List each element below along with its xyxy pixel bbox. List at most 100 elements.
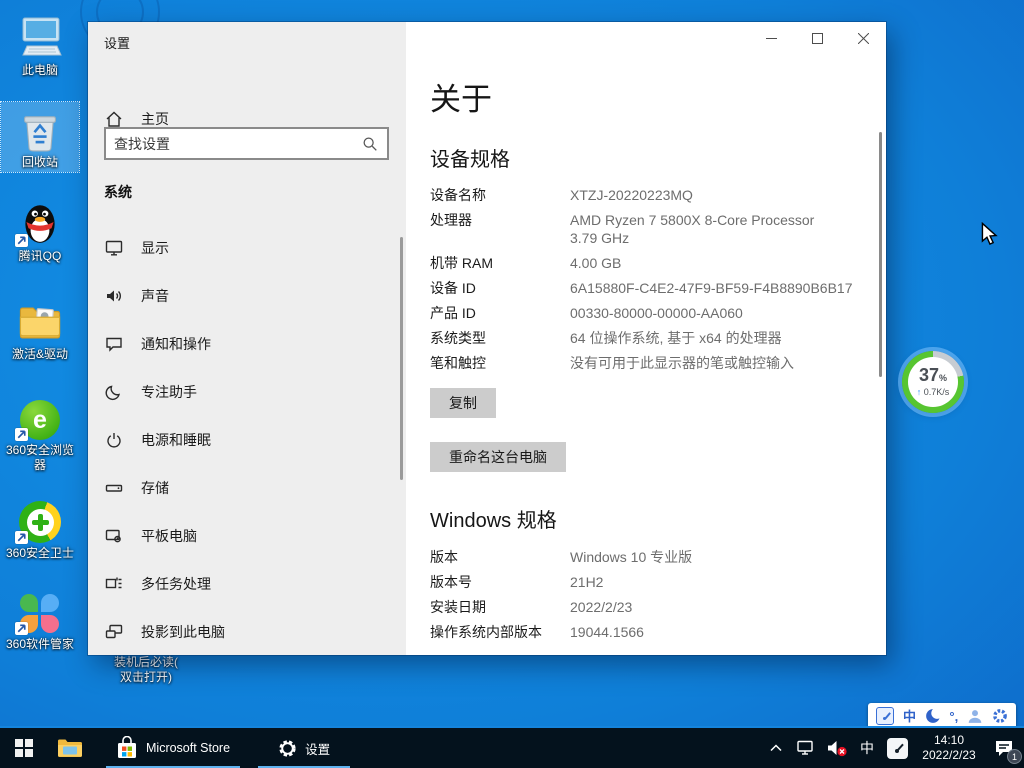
- tablet-icon: [104, 526, 124, 546]
- search-input[interactable]: [106, 136, 361, 152]
- tray-ime-speed-icon[interactable]: [881, 728, 914, 768]
- notifications-icon: [104, 334, 124, 354]
- desktop-icon-activate-folder[interactable]: 激活&驱动: [1, 298, 79, 362]
- page-title: 关于: [430, 74, 492, 119]
- speed-ball-percent: 37: [919, 365, 939, 385]
- ime-user-icon[interactable]: [967, 708, 983, 724]
- spec-row: 笔和触控没有可用于此显示器的笔或触控输入: [430, 354, 860, 372]
- ime-settings-gear-icon[interactable]: [992, 708, 1008, 724]
- sidebar-item-multitasking[interactable]: 多任务处理: [88, 560, 406, 608]
- desktop-icon-label: 此电脑: [1, 63, 79, 78]
- taskbar: Microsoft Store 设置: [0, 726, 1024, 768]
- notification-count-badge: 1: [1007, 749, 1022, 764]
- spec-row: 处理器AMD Ryzen 7 5800X 8-Core Processor 3.…: [430, 211, 860, 247]
- ime-speed-icon[interactable]: [876, 707, 894, 725]
- storage-icon: [104, 478, 124, 498]
- start-button[interactable]: [0, 728, 48, 768]
- sidebar-section-title: 系统: [104, 182, 132, 202]
- desktop-icon-label: 激活&驱动: [1, 347, 79, 362]
- shortcut-arrow-icon: [15, 428, 28, 441]
- desktop-icon-qq[interactable]: 腾讯QQ: [1, 200, 79, 264]
- microsoft-store-icon: [116, 736, 138, 760]
- sidebar-item-projecting[interactable]: 投影到此电脑: [88, 608, 406, 656]
- taskbar-app-label: 设置: [305, 739, 330, 758]
- shortcut-arrow-icon: [15, 622, 28, 635]
- ime-mode-toggle[interactable]: 中: [903, 710, 916, 723]
- main-scrollbar[interactable]: [879, 132, 882, 377]
- projecting-icon: [104, 622, 124, 642]
- file-explorer-icon: [57, 737, 83, 759]
- window-controls: [748, 22, 886, 54]
- tray-ime-mode[interactable]: 中: [853, 728, 881, 768]
- desktop-icon-label: 腾讯QQ: [1, 249, 79, 264]
- taskbar-app-label: Microsoft Store: [146, 741, 230, 755]
- taskbar-microsoft-store[interactable]: Microsoft Store: [104, 728, 242, 768]
- shortcut-arrow-icon: [15, 234, 28, 247]
- tray-chevron-up[interactable]: [761, 728, 791, 768]
- action-center-button[interactable]: 1: [984, 728, 1024, 768]
- tray-clock[interactable]: 14:102022/2/23: [914, 728, 984, 768]
- sidebar-item-notifications[interactable]: 通知和操作: [88, 320, 406, 368]
- ime-punctuation-toggle[interactable]: °,: [949, 710, 958, 723]
- windows-spec-rows: 版本Windows 10 专业版 版本号21H2 安装日期2022/2/23 操…: [430, 548, 860, 648]
- desktop-icon-label: 装机后必读(双击打开): [96, 655, 196, 685]
- this-pc-icon: [1, 14, 79, 60]
- recycle-bin-icon: [1, 106, 79, 152]
- tray-network-icon[interactable]: [791, 728, 821, 768]
- desktop-icon-label: 360安全浏览器: [1, 443, 79, 473]
- ime-moon-icon[interactable]: [925, 708, 941, 724]
- sidebar-item-sound[interactable]: 声音: [88, 272, 406, 320]
- spec-row: 版本号21H2: [430, 573, 860, 591]
- sidebar-item-tablet[interactable]: 平板电脑: [88, 512, 406, 560]
- spec-row: 系统类型64 位操作系统, 基于 x64 的处理器: [430, 329, 860, 347]
- desktop-icon-label: 回收站: [1, 155, 79, 170]
- shortcut-arrow-icon: [15, 531, 28, 544]
- search-icon[interactable]: [361, 135, 379, 153]
- settings-search-box[interactable]: [104, 127, 389, 160]
- sidebar-nav: 显示 声音 通知和操作 专注助手 电源和睡眠: [88, 224, 406, 656]
- copy-button[interactable]: 复制: [430, 388, 496, 418]
- taskbar-settings[interactable]: 设置: [256, 728, 352, 768]
- device-spec-title: 设备规格: [430, 143, 510, 172]
- windows-spec-title: Windows 规格: [430, 504, 557, 533]
- desktop-icon-360-safeguard[interactable]: 360安全卫士: [1, 497, 79, 561]
- device-spec-rows: 设备名称XTZJ-20220223MQ 处理器AMD Ryzen 7 5800X…: [430, 186, 860, 379]
- desktop-icon-label: 360安全卫士: [1, 546, 79, 561]
- 360-safeguard-icon: [1, 497, 79, 543]
- minimize-button[interactable]: [748, 22, 794, 54]
- sidebar-item-focus-assist[interactable]: 专注助手: [88, 368, 406, 416]
- 360-browser-icon: e: [1, 394, 79, 440]
- tray-volume-muted-icon[interactable]: [821, 728, 853, 768]
- spec-row: 版本Windows 10 专业版: [430, 548, 860, 566]
- close-button[interactable]: [840, 22, 886, 54]
- desktop-icon-this-pc[interactable]: 此电脑: [1, 14, 79, 78]
- desktop-icon-recycle-bin[interactable]: 回收站: [1, 102, 79, 172]
- spec-row: 操作系统内部版本19044.1566: [430, 623, 860, 641]
- spec-row: 产品 ID00330-80000-00000-AA060: [430, 304, 860, 322]
- desktop-icon-readme[interactable]: 装机后必读(双击打开): [96, 652, 196, 685]
- windows-logo-icon: [15, 739, 33, 757]
- desktop-icon-label: 360软件管家: [1, 637, 79, 652]
- tray-date: 2022/2/23: [922, 748, 975, 763]
- speed-ball-face: 37% ↑ 0.7K/s: [908, 357, 958, 407]
- sidebar-item-power-sleep[interactable]: 电源和睡眠: [88, 416, 406, 464]
- upload-arrow-icon: ↑: [917, 387, 922, 397]
- system-tray: 中 14:102022/2/23 1: [761, 728, 1024, 768]
- maximize-button[interactable]: [794, 22, 840, 54]
- desktop-icon-360-browser[interactable]: e 360安全浏览器: [1, 394, 79, 473]
- spec-row: 设备名称XTZJ-20220223MQ: [430, 186, 860, 204]
- sidebar-item-storage[interactable]: 存储: [88, 464, 406, 512]
- spec-row: 机带 RAM4.00 GB: [430, 254, 860, 272]
- settings-window: 设置 主页 系统 显示: [88, 22, 886, 655]
- sidebar-item-display[interactable]: 显示: [88, 224, 406, 272]
- taskbar-file-explorer[interactable]: [48, 728, 92, 768]
- rename-pc-button[interactable]: 重命名这台电脑: [430, 442, 566, 472]
- sidebar-item-label: 主页: [141, 109, 169, 129]
- 360-speed-ball[interactable]: 37% ↑ 0.7K/s: [902, 351, 964, 413]
- desktop-icon-360-software-manager[interactable]: 360软件管家: [1, 588, 79, 652]
- settings-gear-icon: [278, 739, 297, 758]
- settings-sidebar: 设置 主页 系统 显示: [88, 22, 406, 655]
- sidebar-scrollbar[interactable]: [400, 237, 403, 480]
- 360-software-manager-icon: [1, 588, 79, 634]
- desktop: { "desktop": { "icons": { "this_pc": "此电…: [0, 0, 1024, 768]
